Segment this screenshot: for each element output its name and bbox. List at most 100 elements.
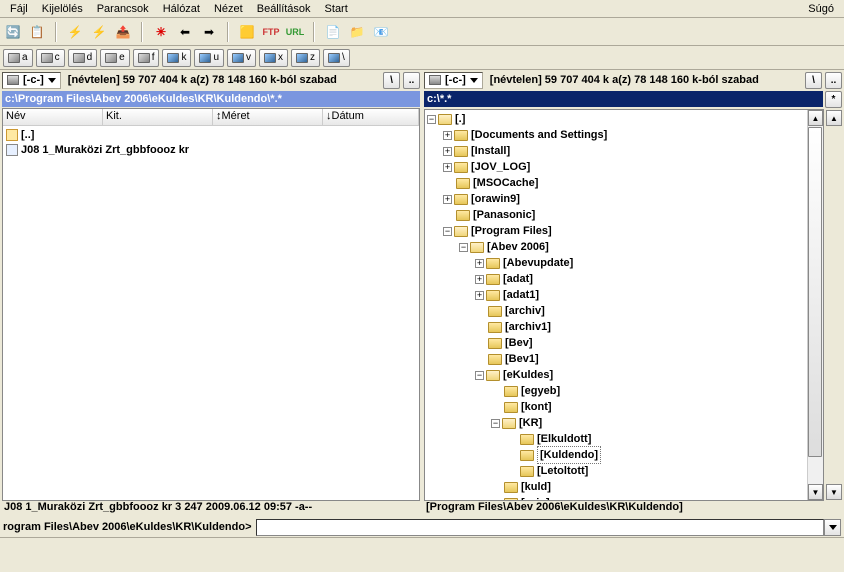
drive-btn-e[interactable]: e [100, 49, 130, 67]
tree-node[interactable]: [Panasonic] [425, 207, 807, 223]
tree-node[interactable]: [egyeb] [425, 383, 807, 399]
tb-brief-icon[interactable]: ⚡ [65, 22, 85, 42]
tree-node[interactable]: −[Abev 2006] [425, 239, 807, 255]
tb-url-icon[interactable]: URL [285, 22, 305, 42]
tb-pack-icon[interactable]: 🟨 [237, 22, 257, 42]
menu-net[interactable]: Hálózat [156, 2, 207, 16]
tree-node[interactable]: [kuld] [425, 479, 807, 495]
tree-node[interactable]: [Letoltott] [425, 463, 807, 479]
menu-bar: Fájl Kijelölés Parancsok Hálózat Nézet B… [0, 0, 844, 18]
tb-reread-icon[interactable]: 🔄 [3, 22, 23, 42]
tree-scrollbar[interactable]: ▲ ▼ [807, 110, 823, 500]
menu-view[interactable]: Nézet [207, 2, 250, 16]
tree-node[interactable]: +[orawin9] [425, 191, 807, 207]
tree-node[interactable]: −[KR] [425, 415, 807, 431]
tree-node[interactable]: +[Install] [425, 143, 807, 159]
tree-node[interactable]: [kont] [425, 399, 807, 415]
tree-node[interactable]: +[Abevupdate] [425, 255, 807, 271]
left-up-btn[interactable]: .. [403, 72, 420, 89]
expand-icon[interactable]: + [475, 275, 484, 284]
tree-node[interactable]: [archiv1] [425, 319, 807, 335]
menu-start[interactable]: Start [318, 2, 355, 16]
tree-node[interactable]: +[Documents and Settings] [425, 127, 807, 143]
collapse-icon[interactable]: − [427, 115, 436, 124]
right-drive-select[interactable]: [-c-] [424, 72, 483, 89]
tb-ftp-icon[interactable]: FTP [261, 22, 281, 42]
menu-mark[interactable]: Kijelölés [35, 2, 90, 16]
tree-node[interactable]: [MSOCache] [425, 175, 807, 191]
tree-node[interactable]: [Elkuldott] [425, 431, 807, 447]
expand-icon[interactable]: + [443, 131, 452, 140]
drive-btn-\[interactable]: \ [323, 49, 350, 67]
expand-icon[interactable]: + [475, 291, 484, 300]
drive-btn-u[interactable]: u [194, 49, 224, 67]
expand-icon[interactable]: + [443, 195, 452, 204]
tree-connector [475, 307, 486, 316]
drive-btn-k[interactable]: k [162, 49, 191, 67]
menu-file[interactable]: Fájl [3, 2, 35, 16]
drive-btn-z[interactable]: z [291, 49, 320, 67]
col-name[interactable]: Név [3, 109, 103, 125]
collapse-icon[interactable]: − [459, 243, 468, 252]
right-path[interactable]: c:\*.* [424, 91, 823, 107]
tree-node[interactable]: [Bev] [425, 335, 807, 351]
drive-btn-a[interactable]: a [3, 49, 33, 67]
tb-explorer-icon[interactable]: 📁 [347, 22, 367, 42]
cmd-input[interactable] [256, 519, 825, 536]
right-star-btn[interactable]: * [825, 91, 842, 108]
folder-icon [488, 354, 502, 365]
collapse-icon[interactable]: − [443, 227, 452, 236]
drive-icon [7, 75, 19, 85]
drive-btn-v[interactable]: v [227, 49, 256, 67]
tb-tree-icon[interactable]: 📤 [113, 22, 133, 42]
left-root-btn[interactable]: \ [383, 72, 400, 89]
tree-node[interactable]: [szig] [425, 495, 807, 500]
tb-mail-icon[interactable]: 📧 [371, 22, 391, 42]
collapse-icon[interactable]: − [475, 371, 484, 380]
file-row[interactable]: J08 1_Muraközi Zrt_gbbfoooz kr [4, 142, 418, 157]
tree-node[interactable]: − [.] [425, 111, 807, 127]
scroll-up-icon[interactable]: ▲ [808, 110, 823, 126]
tree-label: [.] [455, 111, 465, 127]
menu-commands[interactable]: Parancsok [90, 2, 156, 16]
tree-node[interactable]: −[Program Files] [425, 223, 807, 239]
tree-node[interactable]: [Kuldendo] [425, 447, 807, 463]
expand-icon[interactable]: + [475, 259, 484, 268]
col-ext[interactable]: Kit. [103, 109, 213, 125]
tb-back-icon[interactable]: ⬅ [175, 22, 195, 42]
expand-icon[interactable]: + [443, 147, 452, 156]
tree-node[interactable]: +[adat] [425, 271, 807, 287]
tree-node[interactable]: +[adat1] [425, 287, 807, 303]
tb-fwd-icon[interactable]: ➡ [199, 22, 219, 42]
expand-icon[interactable]: + [443, 163, 452, 172]
tb-list-icon[interactable]: 📋 [27, 22, 47, 42]
cmd-history-btn[interactable] [824, 519, 841, 536]
tree-connector [491, 403, 502, 412]
tb-full-icon[interactable]: ⚡ [89, 22, 109, 42]
drive-btn-f[interactable]: f [133, 49, 160, 67]
menu-help[interactable]: Súgó [801, 2, 841, 16]
left-panel: [-c-] [névtelen] 59 707 404 k a(z) 78 14… [0, 70, 422, 501]
left-path[interactable]: c:\Program Files\Abev 2006\eKuldes\KR\Ku… [2, 91, 420, 107]
status-bar: J08 1_Muraközi Zrt_gbbfoooz kr 3 247 200… [0, 501, 844, 517]
panel-arrow-up-icon[interactable]: ▲ [826, 110, 842, 126]
left-drive-select[interactable]: [-c-] [2, 72, 61, 89]
tb-star-icon[interactable]: ✳ [151, 22, 171, 42]
tb-notepad-icon[interactable]: 📄 [323, 22, 343, 42]
right-root-btn[interactable]: \ [805, 72, 822, 89]
drive-btn-d[interactable]: d [68, 49, 98, 67]
tree-node[interactable]: +[JOV_LOG] [425, 159, 807, 175]
collapse-icon[interactable]: − [491, 419, 500, 428]
panel-arrow-down-icon[interactable]: ▼ [826, 484, 842, 500]
parent-dir-row[interactable]: [..] [4, 127, 418, 142]
col-date[interactable]: ↓Dátum [323, 109, 419, 125]
menu-config[interactable]: Beállítások [250, 2, 318, 16]
col-size[interactable]: ↕Méret [213, 109, 323, 125]
right-up-btn[interactable]: .. [825, 72, 842, 89]
tree-node[interactable]: −[eKuldes] [425, 367, 807, 383]
scroll-down-icon[interactable]: ▼ [808, 484, 823, 500]
tree-node[interactable]: [archiv] [425, 303, 807, 319]
drive-btn-x[interactable]: x [259, 49, 288, 67]
tree-node[interactable]: [Bev1] [425, 351, 807, 367]
drive-btn-c[interactable]: c [36, 49, 65, 67]
